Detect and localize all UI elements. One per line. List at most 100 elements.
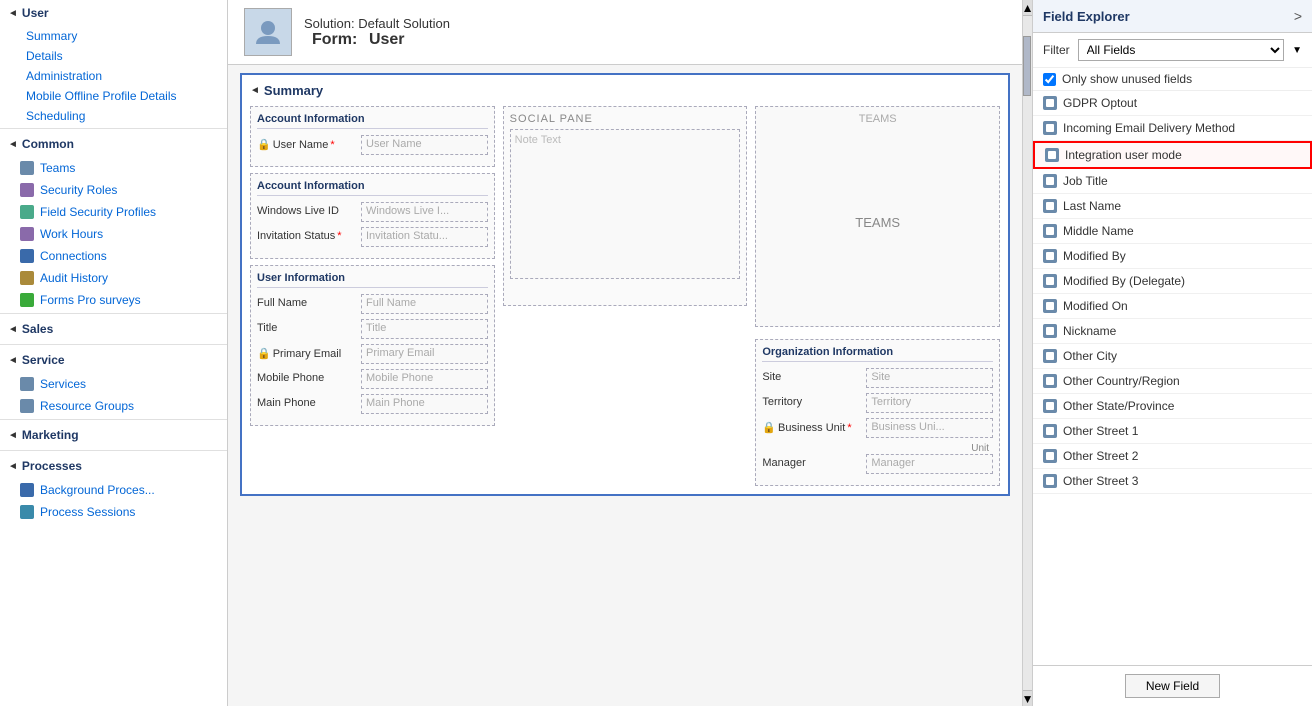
sidebar-item-summary[interactable]: Summary <box>0 26 227 46</box>
full-name-row: Full Name Full Name <box>257 294 488 314</box>
fe-list: GDPR Optout Incoming Email Delivery Meth… <box>1033 91 1312 665</box>
user-name-label: 🔒 User Name * <box>257 135 357 151</box>
sidebar-section-processes[interactable]: ◄ Processes <box>0 453 227 479</box>
teams-main-label: TEAMS <box>855 215 900 230</box>
mobile-phone-input[interactable]: Mobile Phone <box>361 369 488 389</box>
lock-icon: 🔒 <box>257 138 271 151</box>
scrollbar-track[interactable] <box>1023 16 1032 690</box>
field-explorer: Field Explorer > Filter All FieldsUnused… <box>1032 0 1312 706</box>
sidebar-item-mobile-offline[interactable]: Mobile Offline Profile Details <box>0 86 227 106</box>
social-pane-label: SOCIAL PANE <box>510 113 741 125</box>
sidebar-section-service-label: Service <box>22 353 65 367</box>
manager-input[interactable]: Manager <box>866 454 993 474</box>
fe-item-label: Job Title <box>1063 174 1108 188</box>
sidebar-section-user[interactable]: ◄ User <box>0 0 227 26</box>
fe-item-gdpr-optout[interactable]: GDPR Optout <box>1033 91 1312 116</box>
fe-item-nickname[interactable]: Nickname <box>1033 319 1312 344</box>
sidebar-item-security-roles-label: Security Roles <box>40 183 117 197</box>
sidebar-item-administration[interactable]: Administration <box>0 66 227 86</box>
site-input[interactable]: Site <box>866 368 993 388</box>
fe-show-unused-label: Only show unused fields <box>1062 72 1192 86</box>
collapse-processes-icon: ◄ <box>8 461 18 472</box>
fe-item-incoming-email[interactable]: Incoming Email Delivery Method <box>1033 116 1312 141</box>
full-name-input[interactable]: Full Name <box>361 294 488 314</box>
fe-item-label: Other Street 3 <box>1063 474 1138 488</box>
fe-item-icon <box>1043 249 1057 263</box>
form-column-1: Account Information 🔒 User Name * User N… <box>250 106 495 486</box>
fe-item-icon <box>1043 399 1057 413</box>
fe-item-modified-by[interactable]: Modified By <box>1033 244 1312 269</box>
fe-item-other-street2[interactable]: Other Street 2 <box>1033 444 1312 469</box>
user-info-section: User Information Full Name Full Name Tit… <box>250 265 495 426</box>
fe-item-icon <box>1043 174 1057 188</box>
fe-item-other-country[interactable]: Other Country/Region <box>1033 369 1312 394</box>
scrollbar-thumb[interactable] <box>1023 36 1031 96</box>
fe-show-unused-checkbox[interactable] <box>1043 73 1056 86</box>
main-phone-row: Main Phone Main Phone <box>257 394 488 414</box>
windows-live-id-row: Windows Live ID Windows Live I... <box>257 202 488 222</box>
fe-item-other-street3[interactable]: Other Street 3 <box>1033 469 1312 494</box>
fe-item-last-name[interactable]: Last Name <box>1033 194 1312 219</box>
fe-item-job-title[interactable]: Job Title <box>1033 169 1312 194</box>
process-sessions-icon <box>20 505 34 519</box>
sidebar-item-security-roles[interactable]: Security Roles <box>0 179 227 201</box>
fe-item-label: Last Name <box>1063 199 1121 213</box>
sidebar-item-forms-pro[interactable]: Forms Pro surveys <box>0 289 227 311</box>
required-star-3: * <box>847 422 851 434</box>
invitation-status-label: Invitation Status * <box>257 227 357 242</box>
forms-pro-icon <box>20 293 34 307</box>
sidebar-item-scheduling[interactable]: Scheduling <box>0 106 227 126</box>
sidebar-item-background-processes[interactable]: Background Proces... <box>0 479 227 501</box>
resource-groups-icon <box>20 399 34 413</box>
summary-collapse-icon: ◄ <box>250 85 260 96</box>
sidebar-section-service[interactable]: ◄ Service <box>0 347 227 373</box>
form-header: Solution: Default Solution Form: User <box>228 0 1022 65</box>
sidebar-item-audit-history-label: Audit History <box>40 271 108 285</box>
new-field-button[interactable]: New Field <box>1125 674 1220 698</box>
sidebar-item-teams[interactable]: Teams <box>0 157 227 179</box>
sidebar-item-resource-groups-label: Resource Groups <box>40 399 134 413</box>
teams-box: TEAMS TEAMS <box>755 106 1000 327</box>
fe-item-other-city[interactable]: Other City <box>1033 344 1312 369</box>
territory-input[interactable]: Territory <box>866 393 993 413</box>
title-input[interactable]: Title <box>361 319 488 339</box>
sidebar-section-common[interactable]: ◄ Common <box>0 131 227 157</box>
primary-email-input[interactable]: Primary Email <box>361 344 488 364</box>
user-name-input[interactable]: User Name <box>361 135 488 155</box>
sidebar-item-services[interactable]: Services <box>0 373 227 395</box>
primary-email-label: 🔒 Primary Email <box>257 344 357 360</box>
audit-history-icon <box>20 271 34 285</box>
sidebar-item-resource-groups[interactable]: Resource Groups <box>0 395 227 417</box>
sidebar-item-connections[interactable]: Connections <box>0 245 227 267</box>
main-phone-input[interactable]: Main Phone <box>361 394 488 414</box>
full-name-label: Full Name <box>257 294 357 309</box>
sidebar-item-details[interactable]: Details <box>0 46 227 66</box>
fe-item-label: GDPR Optout <box>1063 96 1137 110</box>
sidebar-section-processes-label: Processes <box>22 459 82 473</box>
invitation-status-input[interactable]: Invitation Statu... <box>361 227 488 247</box>
fe-item-integration-user-mode[interactable]: Integration user mode <box>1033 141 1312 169</box>
fe-item-modified-on[interactable]: Modified On <box>1033 294 1312 319</box>
sidebar-section-sales[interactable]: ◄ Sales <box>0 316 227 342</box>
sidebar-section-marketing[interactable]: ◄ Marketing <box>0 422 227 448</box>
scrollbar-down-btn[interactable]: ▼ <box>1023 690 1032 706</box>
scrollbar-up-btn[interactable]: ▲ <box>1023 0 1032 16</box>
windows-live-id-input[interactable]: Windows Live I... <box>361 202 488 222</box>
left-sidebar: ◄ User Summary Details Administration Mo… <box>0 0 228 706</box>
form-scrollbar[interactable]: ▲ ▼ <box>1022 0 1032 706</box>
fe-title: Field Explorer <box>1043 9 1130 24</box>
fe-item-middle-name[interactable]: Middle Name <box>1033 219 1312 244</box>
fe-item-other-state[interactable]: Other State/Province <box>1033 394 1312 419</box>
fe-expand-btn[interactable]: > <box>1294 8 1302 24</box>
sidebar-item-field-security[interactable]: Field Security Profiles <box>0 201 227 223</box>
form-area: ◄ Summary Account Information 🔒 User Nam <box>228 65 1022 706</box>
fe-filter-select[interactable]: All FieldsUnused FieldsUsed Fields <box>1078 39 1284 61</box>
fe-item-modified-by-delegate[interactable]: Modified By (Delegate) <box>1033 269 1312 294</box>
note-text-area[interactable]: Note Text <box>510 129 741 279</box>
lock-icon-2: 🔒 <box>257 347 271 360</box>
sidebar-item-process-sessions[interactable]: Process Sessions <box>0 501 227 523</box>
business-unit-input[interactable]: Business Uni... <box>866 418 993 438</box>
sidebar-item-work-hours[interactable]: Work Hours <box>0 223 227 245</box>
fe-item-other-street1[interactable]: Other Street 1 <box>1033 419 1312 444</box>
sidebar-item-audit-history[interactable]: Audit History <box>0 267 227 289</box>
